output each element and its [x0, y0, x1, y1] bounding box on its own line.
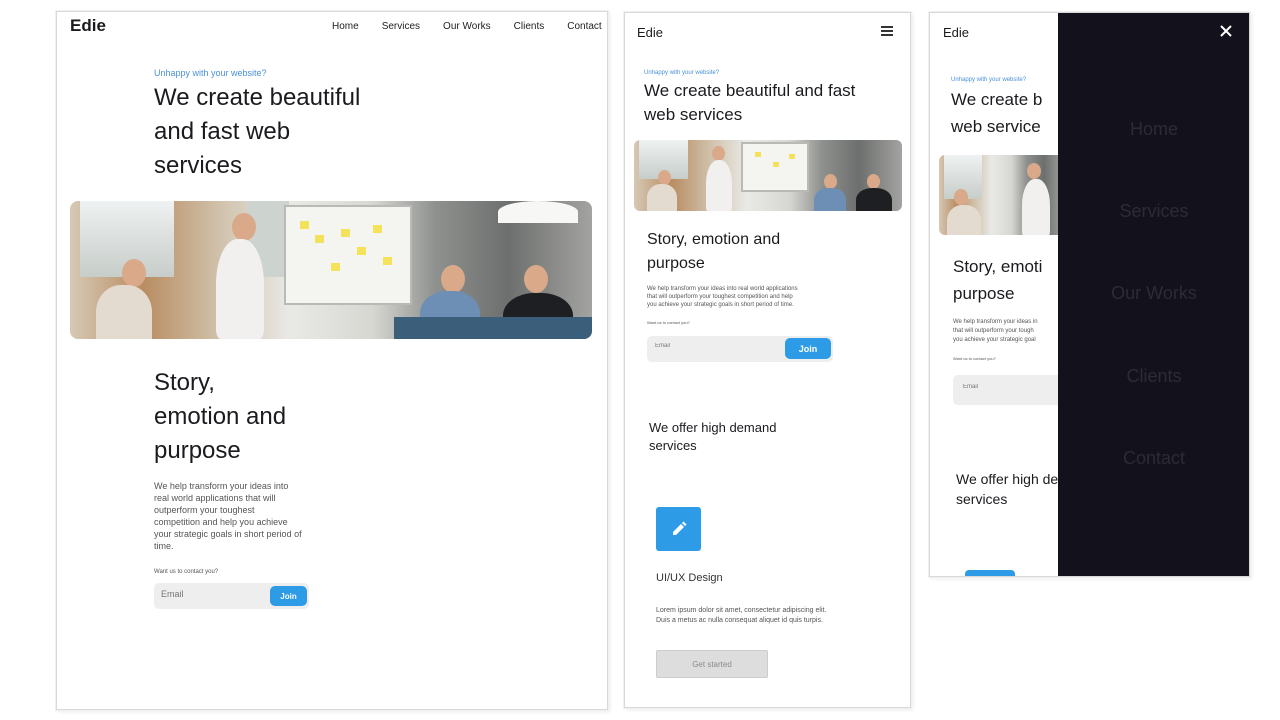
- services-title-line-1: We offer high demand: [649, 420, 777, 435]
- close-icon[interactable]: [1218, 23, 1234, 39]
- join-button[interactable]: Join: [785, 338, 831, 359]
- get-started-button[interactable]: Get started: [656, 650, 768, 678]
- story-body-line-2: that will outperform your tough: [953, 328, 1034, 334]
- email-form: Join: [154, 583, 309, 609]
- drawer-item-clients[interactable]: Clients: [1058, 366, 1249, 387]
- story-title-line-1: Story, emotion and: [647, 231, 781, 248]
- story-title: Story, emotion and purpose: [154, 366, 286, 468]
- drawer-item-our-works[interactable]: Our Works: [1058, 283, 1249, 304]
- pencil-icon: [965, 570, 1015, 576]
- contact-prompt: Want us to contact you?: [953, 356, 996, 361]
- story-body: We help transform your ideas in that wil…: [953, 318, 1038, 345]
- story-title-line-1: Story,: [154, 369, 215, 396]
- nav-home-link[interactable]: Home: [332, 21, 359, 32]
- story-title-line-2: purpose: [953, 284, 1015, 303]
- story-body: We help transform your ideas into real w…: [647, 285, 798, 309]
- hero-title-line-2: and fast web: [154, 118, 291, 145]
- services-title: We offer high de services: [956, 469, 1058, 509]
- service-card-body: Lorem ipsum dolor sit amet, consectetur …: [656, 606, 826, 626]
- story-body-line-1: We help transform your ideas into: [154, 481, 289, 491]
- brand-logo[interactable]: Edie: [70, 16, 106, 36]
- email-form: Join: [647, 336, 833, 362]
- join-button[interactable]: Join: [270, 586, 307, 606]
- brand-logo[interactable]: Edie: [637, 25, 663, 40]
- hero-team-photo: [634, 140, 902, 211]
- story-body-line-2: that will outperform your toughest compe…: [647, 294, 793, 300]
- hero-title: We create beautiful and fast web service…: [154, 81, 360, 183]
- email-form: [953, 375, 1063, 405]
- story-body-line-1: We help transform your ideas into real w…: [647, 286, 798, 292]
- nav-services-link[interactable]: Services: [382, 21, 420, 32]
- story-body-line-2: real world applications that will: [154, 493, 276, 503]
- hero-title-line-3: services: [154, 152, 243, 179]
- story-body-line-4: competition and help you achieve: [154, 517, 288, 527]
- story-title-line-1: Story, emoti: [953, 257, 1043, 276]
- services-title-line-2: services: [649, 438, 697, 453]
- story-title-line-3: purpose: [154, 437, 241, 464]
- story-title: Story, emoti purpose: [953, 253, 1042, 307]
- hero-title-line-2: web service: [951, 117, 1041, 136]
- story-body-line-5: your strategic goals in short period of: [154, 529, 302, 539]
- story-body-line-3: outperform your toughest: [154, 505, 255, 515]
- email-input[interactable]: [161, 589, 261, 599]
- mobile-frame: Edie Unhappy with your website? We creat…: [929, 12, 1250, 577]
- story-title: Story, emotion and purpose: [647, 228, 780, 276]
- story-body-line-1: We help transform your ideas in: [953, 319, 1038, 325]
- email-input[interactable]: [963, 384, 1053, 390]
- hero-title: We create b web service: [951, 86, 1042, 140]
- services-title: We offer high demand services: [649, 419, 776, 455]
- story-title-line-2: purpose: [647, 255, 705, 272]
- hero-team-photo: [70, 201, 592, 339]
- services-title-line-2: services: [956, 491, 1008, 507]
- hamburger-menu-icon[interactable]: [881, 26, 893, 36]
- drawer-item-contact[interactable]: Contact: [1058, 448, 1249, 469]
- hero-title: We create beautiful and fast web service…: [644, 79, 855, 127]
- hero-title-line-2: web services: [644, 105, 743, 124]
- hero-title-line-1: We create beautiful and fast: [644, 81, 856, 100]
- nav-clients-link[interactable]: Clients: [514, 21, 545, 32]
- drawer-item-home[interactable]: Home: [1058, 119, 1249, 140]
- email-input[interactable]: [655, 343, 765, 349]
- hero-title-line-1: We create beautiful: [154, 84, 361, 111]
- hero-eyebrow: Unhappy with your website?: [644, 70, 720, 76]
- nav-contact-link[interactable]: Contact: [567, 21, 601, 32]
- hero-team-photo: [939, 155, 1064, 235]
- services-title-line-1: We offer high de: [956, 471, 1059, 487]
- service-card-body-line-1: Lorem ipsum dolor sit amet, consectetur …: [656, 607, 827, 614]
- story-body: We help transform your ideas into real w…: [154, 480, 302, 552]
- contact-prompt: Want us to contact you?: [154, 569, 219, 575]
- hero-eyebrow: Unhappy with your website?: [951, 77, 1027, 83]
- brand-logo[interactable]: Edie: [943, 25, 969, 40]
- desktop-frame: Edie Home Services Our Works Clients Con…: [56, 11, 608, 710]
- desktop-nav: Home Services Our Works Clients Contact: [332, 21, 602, 32]
- story-body-line-3: you achieve your strategic goal: [953, 337, 1036, 343]
- hero-eyebrow: Unhappy with your website?: [154, 68, 267, 78]
- nav-our-works-link[interactable]: Our Works: [443, 21, 491, 32]
- contact-prompt: Want us to contact you?: [647, 320, 690, 325]
- story-title-line-2: emotion and: [154, 403, 287, 430]
- pencil-icon: [656, 507, 701, 551]
- story-body-line-6: time.: [154, 541, 174, 551]
- tablet-frame: Edie Unhappy with your website? We creat…: [624, 12, 911, 708]
- hero-title-line-1: We create b: [951, 90, 1043, 109]
- nav-drawer: Home Services Our Works Clients Contact: [1058, 13, 1249, 576]
- service-card-body-line-2: Duis a metus ac nulla consequat aliquet …: [656, 617, 823, 624]
- drawer-item-services[interactable]: Services: [1058, 201, 1249, 222]
- service-card-title: UI/UX Design: [656, 572, 723, 584]
- story-body-line-3: you achieve your strategic goals in shor…: [647, 302, 794, 308]
